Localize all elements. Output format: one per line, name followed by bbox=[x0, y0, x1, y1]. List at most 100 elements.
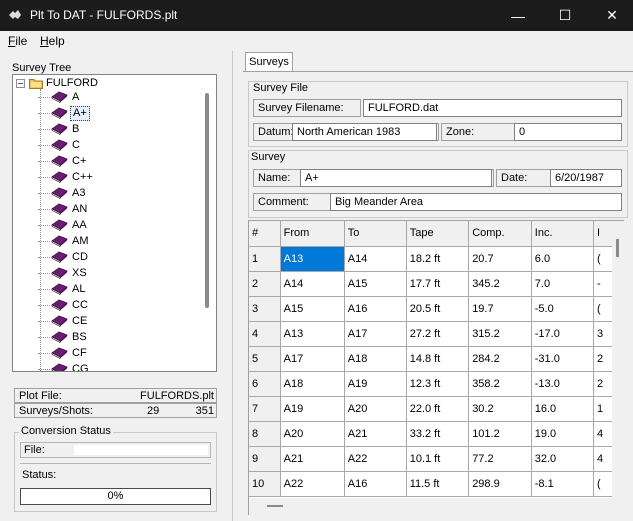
tree-item[interactable]: CG bbox=[38, 361, 91, 371]
tree-item[interactable]: C++ bbox=[38, 169, 95, 185]
grid-horizontal-scrollbar[interactable] bbox=[249, 498, 612, 515]
grid-hscroll-thumb[interactable] bbox=[267, 505, 283, 507]
grid-cell[interactable]: A18 bbox=[280, 371, 345, 397]
row-number[interactable]: 3 bbox=[249, 296, 281, 322]
table-row[interactable]: 9 A21 A22 10.1 ft 77.2 32.0 4 bbox=[249, 446, 623, 472]
grid-cell[interactable]: A16 bbox=[344, 296, 407, 322]
date-field[interactable]: 6/20/1987 bbox=[550, 169, 622, 187]
grid-cell[interactable]: A22 bbox=[344, 446, 407, 472]
tree-root[interactable]: − FULFORD bbox=[16, 76, 98, 90]
tree-item[interactable]: XS bbox=[38, 265, 89, 281]
grid-cell[interactable]: 6.0 bbox=[531, 246, 594, 272]
row-number[interactable]: 2 bbox=[249, 271, 281, 297]
tree-item[interactable]: CF bbox=[38, 345, 89, 361]
grid-cell[interactable]: 11.5 ft bbox=[406, 471, 470, 497]
menu-file[interactable]: File bbox=[8, 34, 27, 48]
grid-cell[interactable]: A17 bbox=[344, 321, 407, 347]
menu-help[interactable]: Help bbox=[40, 34, 65, 48]
shots-grid[interactable]: # From To Tape Comp. Inc. I 1 A13 A14 18.2 ft 20.7 6… bbox=[248, 220, 624, 515]
row-number[interactable]: 1 bbox=[249, 246, 281, 272]
grid-vertical-scrollbar[interactable] bbox=[612, 221, 624, 515]
grid-cell[interactable]: 358.2 bbox=[468, 371, 532, 397]
panel-splitter[interactable] bbox=[232, 51, 236, 521]
column-header[interactable]: To bbox=[344, 221, 407, 247]
maximize-button[interactable]: ☐ bbox=[542, 0, 588, 31]
row-number[interactable]: 4 bbox=[249, 321, 281, 347]
tree-item[interactable]: AA bbox=[38, 217, 89, 233]
tree-scrollbar[interactable] bbox=[199, 75, 216, 371]
grid-cell[interactable]: A20 bbox=[344, 396, 407, 422]
collapse-icon[interactable]: − bbox=[16, 78, 25, 88]
grid-cell[interactable]: -17.0 bbox=[531, 321, 594, 347]
row-number[interactable]: 7 bbox=[249, 396, 281, 422]
grid-cell[interactable]: A20 bbox=[280, 421, 345, 447]
grid-cell[interactable]: A18 bbox=[344, 346, 407, 372]
tree-item[interactable]: AL bbox=[38, 281, 87, 297]
grid-cell[interactable]: 284.2 bbox=[468, 346, 532, 372]
datum-field[interactable]: North American 1983 bbox=[292, 123, 437, 141]
tree-item[interactable]: C bbox=[38, 137, 82, 153]
tree-scroll-thumb[interactable] bbox=[205, 93, 209, 308]
zone-field[interactable]: 0 bbox=[514, 123, 622, 141]
minimize-button[interactable]: — bbox=[495, 0, 541, 31]
grid-cell[interactable]: -5.0 bbox=[531, 296, 594, 322]
tree-item[interactable]: CD bbox=[38, 249, 90, 265]
tree-item[interactable]: A+ bbox=[38, 105, 90, 121]
grid-cell[interactable]: 17.7 ft bbox=[406, 271, 470, 297]
table-row[interactable]: 7 A19 A20 22.0 ft 30.2 16.0 1 bbox=[249, 396, 623, 422]
grid-cell[interactable]: 14.8 ft bbox=[406, 346, 470, 372]
grid-cell[interactable]: 22.0 ft bbox=[406, 396, 470, 422]
grid-cell[interactable]: 19.7 bbox=[468, 296, 532, 322]
tree-item[interactable]: AN bbox=[38, 201, 89, 217]
grid-cell[interactable]: 298.9 bbox=[468, 471, 532, 497]
row-number[interactable]: 9 bbox=[249, 446, 281, 472]
tree-item[interactable]: C+ bbox=[38, 153, 88, 169]
grid-cell[interactable]: 32.0 bbox=[531, 446, 594, 472]
survey-tree[interactable]: − FULFORD A A+ B C C+ C++ A3 AN AA AM CD XS AL CC CE BS… bbox=[12, 74, 217, 372]
grid-cell[interactable]: 19.0 bbox=[531, 421, 594, 447]
row-number[interactable]: 5 bbox=[249, 346, 281, 372]
grid-cell[interactable]: -31.0 bbox=[531, 346, 594, 372]
grid-cell[interactable]: -13.0 bbox=[531, 371, 594, 397]
table-row[interactable]: 3 A15 A16 20.5 ft 19.7 -5.0( bbox=[249, 296, 623, 322]
grid-cell[interactable]: 101.2 bbox=[468, 421, 532, 447]
column-header[interactable]: Inc. bbox=[531, 221, 594, 247]
column-header[interactable]: Tape bbox=[406, 221, 470, 247]
table-row[interactable]: 4 A13 A17 27.2 ft 315.2 -17.0 3 bbox=[249, 321, 623, 347]
tree-item[interactable]: CC bbox=[38, 297, 90, 313]
grid-cell[interactable]: A14 bbox=[280, 271, 345, 297]
grid-cell[interactable]: A13 bbox=[280, 321, 345, 347]
grid-cell[interactable]: A15 bbox=[280, 296, 345, 322]
tree-item[interactable]: BS bbox=[38, 329, 89, 345]
table-row[interactable]: 5 A17 A18 14.8 ft 284.2 -31.0 2 bbox=[249, 346, 623, 372]
row-number[interactable]: 6 bbox=[249, 371, 281, 397]
table-row[interactable]: 2 A14 A15 17.7 ft 345.2 7.0- bbox=[249, 271, 623, 297]
grid-cell[interactable]: 18.2 ft bbox=[406, 246, 470, 272]
grid-cell[interactable]: 20.7 bbox=[468, 246, 532, 272]
tree-item[interactable]: AM bbox=[38, 233, 91, 249]
comment-field[interactable]: Big Meander Area bbox=[330, 193, 622, 211]
grid-cell[interactable]: 30.2 bbox=[468, 396, 532, 422]
tree-item[interactable]: A3 bbox=[38, 185, 87, 201]
column-header[interactable]: # bbox=[249, 221, 281, 247]
grid-cell[interactable]: A19 bbox=[344, 371, 407, 397]
row-number[interactable]: 10 bbox=[249, 471, 281, 497]
grid-cell[interactable]: 7.0 bbox=[531, 271, 594, 297]
grid-cell[interactable]: 10.1 ft bbox=[406, 446, 470, 472]
table-row[interactable]: 6 A18 A19 12.3 ft 358.2 -13.0 2 bbox=[249, 371, 623, 397]
grid-cell[interactable]: A22 bbox=[280, 471, 345, 497]
grid-cell[interactable]: 33.2 ft bbox=[406, 421, 470, 447]
grid-cell[interactable]: A16 bbox=[344, 471, 407, 497]
table-row[interactable]: 10 A22 A16 11.5 ft 298.9 -8.1( bbox=[249, 471, 623, 497]
row-number[interactable]: 8 bbox=[249, 421, 281, 447]
name-field[interactable]: A+ bbox=[300, 169, 492, 187]
grid-cell[interactable]: 16.0 bbox=[531, 396, 594, 422]
grid-cell[interactable]: A19 bbox=[280, 396, 345, 422]
grid-cell[interactable]: A13 bbox=[280, 246, 345, 272]
tree-item[interactable]: A bbox=[38, 89, 81, 105]
grid-cell[interactable]: A21 bbox=[280, 446, 345, 472]
table-row[interactable]: 8 A20 A21 33.2 ft 101.2 19.0 4 bbox=[249, 421, 623, 447]
column-header[interactable]: Comp. bbox=[468, 221, 532, 247]
tree-item[interactable]: CE bbox=[38, 313, 89, 329]
grid-cell[interactable]: 77.2 bbox=[468, 446, 532, 472]
